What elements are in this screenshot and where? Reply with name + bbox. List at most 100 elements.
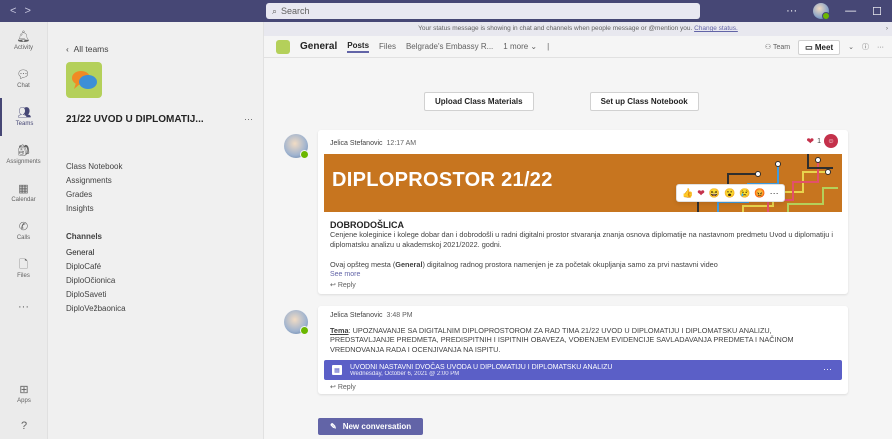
team-name: 21/22 UVOD U DIPLOMATIJ... (66, 114, 204, 125)
event-more-button[interactable]: ··· (823, 364, 832, 374)
post-body-bold: General (395, 260, 423, 269)
info-icon[interactable]: ⓘ (862, 42, 869, 52)
sad-reaction-icon[interactable]: 😢 (739, 188, 750, 199)
like-reaction-icon[interactable]: 👍 (682, 188, 693, 199)
status-banner: Your status message is showing in chat a… (264, 22, 892, 36)
new-conversation-label: New conversation (342, 422, 412, 431)
all-teams-link[interactable]: ‹ All teams (66, 44, 109, 54)
rail-help[interactable]: ? (0, 413, 48, 439)
help-icon: ? (20, 419, 28, 432)
meet-button[interactable]: ▭ Meet (798, 39, 841, 55)
team-more-button[interactable]: ··· (244, 114, 253, 124)
event-title: UVODNI NASTAVNI DVOČAS UVODA U DIPLOMATI… (350, 363, 613, 371)
channel-diploocionica[interactable]: DiploOčionica (66, 276, 256, 290)
banner-title: DIPLOPROSTOR 21/22 (332, 169, 553, 191)
back-arrow-icon[interactable]: < (10, 5, 16, 17)
rail-assignments[interactable]: 🎒︎ Assignments (0, 136, 47, 174)
team-label: Team (772, 44, 791, 51)
rail-apps[interactable]: ⊞ Apps (0, 375, 48, 413)
post-card: Jelica Stefanovic 3:48 PM Tema: UPOZNAVAN… (284, 306, 848, 394)
heart-reaction-icon[interactable]: ❤ (697, 188, 705, 199)
rail-more-apps[interactable]: ··· (0, 288, 47, 326)
calendar-icon: ▦ (332, 365, 342, 375)
reply-icon: ↩ (330, 282, 338, 289)
post-body: Tema: UPOZNAVANJE SA DIGITALNIM DIPLOPRO… (330, 326, 794, 354)
more-options-button[interactable]: ··· (786, 5, 797, 17)
post-body-part: Ovaj opšteg mesta ( (330, 260, 396, 269)
reply-label: Reply (337, 282, 356, 289)
channel-diplovezbaonica[interactable]: DiploVežbaonica (66, 304, 256, 318)
post-banner-image: DIPLOPROSTOR 21/22 (324, 154, 842, 212)
forward-arrow-icon[interactable]: > (24, 5, 30, 17)
meet-dropdown-chevron-icon[interactable]: ⌄ (848, 43, 854, 51)
post-author: Jelica Stefanovic (330, 312, 383, 319)
tab-belgrade-embassy[interactable]: Belgrade's Embassy R... (406, 42, 493, 51)
react-button-icon[interactable]: ☺ (824, 134, 838, 148)
nav-arrows: < > (0, 5, 62, 17)
all-teams-label: All teams (73, 44, 109, 54)
author-avatar[interactable] (284, 134, 309, 159)
profile-avatar[interactable] (813, 3, 831, 20)
minimize-button[interactable]: — (845, 5, 856, 17)
meet-label: Meet (814, 42, 834, 52)
channel-general[interactable]: General (66, 248, 256, 262)
channel-title: General (300, 41, 338, 52)
change-status-link[interactable]: Change status. (694, 25, 738, 32)
channel-diplosaveti[interactable]: DiploSaveti (66, 290, 256, 304)
message-more-button[interactable]: ··· (770, 188, 779, 198)
tab-posts[interactable]: Posts (347, 41, 370, 53)
post-reactions[interactable]: ❤ 1 ☺ (807, 134, 838, 148)
rail-label: Apps (17, 397, 31, 404)
window-controls: ··· — ☐ (786, 0, 892, 22)
team-item-assignments[interactable]: Assignments (66, 176, 256, 190)
post-heading: DOBRODOŠLICA (330, 220, 404, 230)
speech-bubbles-icon (72, 71, 97, 89)
rail-chat[interactable]: 💬︎ Chat (0, 60, 47, 98)
event-info: UVODNI NASTAVNI DVOČAS UVODA U DIPLOMATI… (350, 364, 612, 377)
rail-calendar[interactable]: ▦ Calendar (0, 174, 47, 212)
team-button[interactable]: ⚇ Team (765, 43, 790, 51)
rail-activity[interactable]: 🔔︎ Activity (0, 22, 47, 60)
banner-text: Your status message is showing in chat a… (418, 25, 693, 32)
team-item-class-notebook[interactable]: Class Notebook (66, 162, 256, 176)
search-input[interactable]: ⌕ Search (266, 3, 700, 19)
team-item-insights[interactable]: Insights (66, 204, 256, 218)
set-up-class-notebook-button[interactable]: Set up Class Notebook (589, 92, 699, 111)
calendar-icon: ▦ (18, 182, 29, 195)
laugh-reaction-icon[interactable]: 😆 (709, 188, 720, 199)
rail-files[interactable]: 🗋 Files (0, 250, 47, 288)
main-area: Your status message is showing in chat a… (264, 22, 892, 439)
maximize-button[interactable]: ☐ (872, 5, 882, 18)
reply-button[interactable]: ↩ Reply (330, 383, 356, 391)
author-avatar[interactable] (284, 310, 309, 335)
chat-icon: 💬︎ (16, 68, 31, 81)
surprised-reaction-icon[interactable]: 😮 (724, 188, 735, 199)
reaction-bar: 👍 ❤ 😆 😮 😢 😡 ··· (676, 184, 785, 202)
tab-files[interactable]: Files (379, 42, 396, 51)
channel-diplocafe[interactable]: DiploCafé (66, 262, 256, 276)
new-conversation-button[interactable]: ✎ New conversation (318, 418, 424, 435)
team-nav-list: Class Notebook Assignments Grades Insigh… (66, 162, 256, 218)
rail-teams[interactable]: 👥︎ Teams (0, 98, 47, 136)
close-icon[interactable]: › (886, 22, 888, 36)
event-time: Wednesday, October 6, 2021 @ 2:00 PM (350, 370, 460, 377)
upload-class-materials-button[interactable]: Upload Class Materials (424, 92, 534, 111)
post-time: 12:17 AM (386, 140, 417, 147)
team-item-grades[interactable]: Grades (66, 190, 256, 204)
team-avatar (66, 62, 102, 98)
meeting-event-card[interactable]: ▦ UVODNI NASTAVNI DVOČAS UVODA U DIPLOMA… (324, 360, 842, 380)
add-tab-button[interactable]: | (547, 42, 549, 51)
rail-calls[interactable]: ✆ Calls (0, 212, 47, 250)
header-more-button[interactable]: ··· (877, 44, 884, 51)
post-body-text: UPOZNAVANJE SA DIGITALNIM DIPLOPROSTOROM… (330, 326, 794, 354)
more-apps-icon: ··· (18, 300, 29, 313)
tab-more[interactable]: 1 more ⌄ (503, 42, 537, 51)
post-author-line: Jelica Stefanovic 3:48 PM (330, 312, 413, 319)
topic-label: Tema (330, 326, 349, 335)
see-more-link[interactable]: See more (330, 271, 360, 278)
team-icon (276, 39, 290, 54)
rail-label: Assignments (6, 158, 41, 165)
angry-reaction-icon[interactable]: 😡 (754, 188, 765, 199)
rail-label: Files (17, 272, 30, 279)
reply-button[interactable]: ↩ Reply (330, 281, 356, 289)
